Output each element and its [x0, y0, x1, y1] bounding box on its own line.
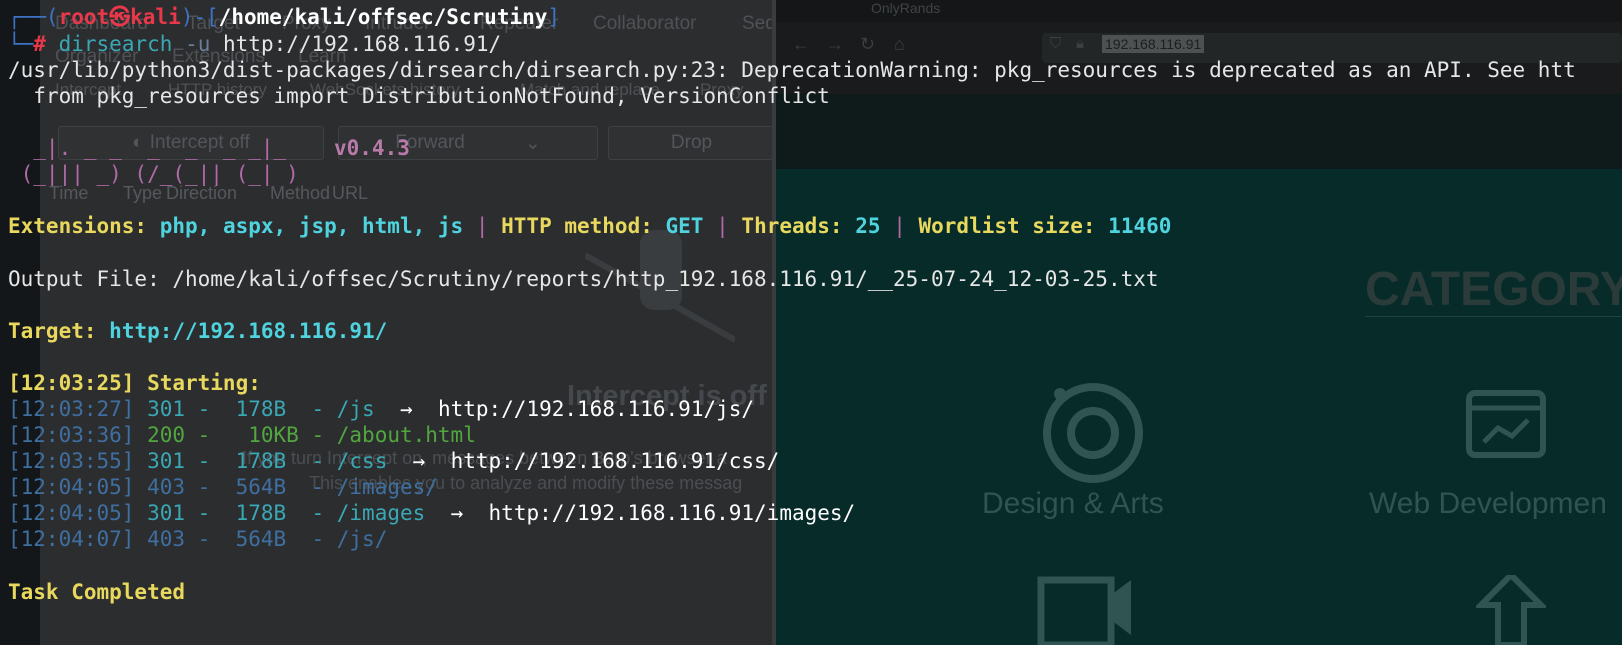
prompt-user: root㉿kali: [58, 5, 181, 29]
result-row: [12:04:05] 301 - 178B - /images → http:/…: [8, 501, 856, 525]
dirsearch-banner-bottom: (_||| _) (/_(_|| (_| ): [8, 162, 299, 186]
task-completed-line: Task Completed: [8, 580, 186, 604]
result-row: [12:03:27] 301 - 178B - /js → http://192…: [8, 397, 755, 421]
wordlist-size-value: 11460: [1108, 214, 1172, 238]
command-line: └─# dirsearch -u http://192.168.116.91/: [8, 32, 502, 56]
redirect-arrow-icon: →: [412, 449, 426, 473]
redirect-arrow-icon: →: [400, 397, 413, 421]
prompt-path: /home/kali/offsec/Scrutiny: [218, 5, 548, 29]
output-file-line: Output File: /home/kali/offsec/Scrutiny/…: [8, 267, 1159, 291]
result-row: [12:03:36] 200 - 10KB - /about.html: [8, 423, 476, 447]
terminal[interactable]: ┌──(root㉿kali)-[/home/kali/offsec/Scruti…: [0, 0, 1622, 645]
target-url: http://192.168.116.91/: [109, 319, 388, 343]
target-line: Target: http://192.168.116.91/: [8, 319, 388, 343]
config-line: Extensions: php, aspx, jsp, html, js | H…: [8, 214, 1172, 238]
deprecation-warning: /usr/lib/python3/dist-packages/dirsearch…: [8, 58, 1576, 82]
command-name: dirsearch: [58, 32, 173, 56]
result-row: [12:04:05] 403 - 564B - /images/: [8, 475, 438, 499]
redirect-arrow-icon: →: [450, 501, 464, 525]
dirsearch-banner-top: _|. _ _ _ _ _ _|_: [8, 136, 287, 160]
result-row: [12:04:07] 403 - 564B - /js/: [8, 527, 388, 551]
dirsearch-version: v0.4.3: [334, 136, 410, 160]
threads-value: 25: [855, 214, 881, 238]
starting-line: [12:03:25] Starting:: [8, 371, 261, 395]
prompt-line: ┌──(root㉿kali)-[/home/kali/offsec/Scruti…: [8, 5, 561, 29]
deprecation-warning-import: from pkg_resources import DistributionNo…: [8, 84, 830, 108]
http-method-value: GET: [665, 214, 704, 238]
result-row: [12:03:55] 301 - 178B - /css → http://19…: [8, 449, 780, 473]
command-arg: http://192.168.116.91/: [223, 32, 502, 56]
extensions-value: php, aspx, jsp, html, js: [159, 214, 464, 238]
